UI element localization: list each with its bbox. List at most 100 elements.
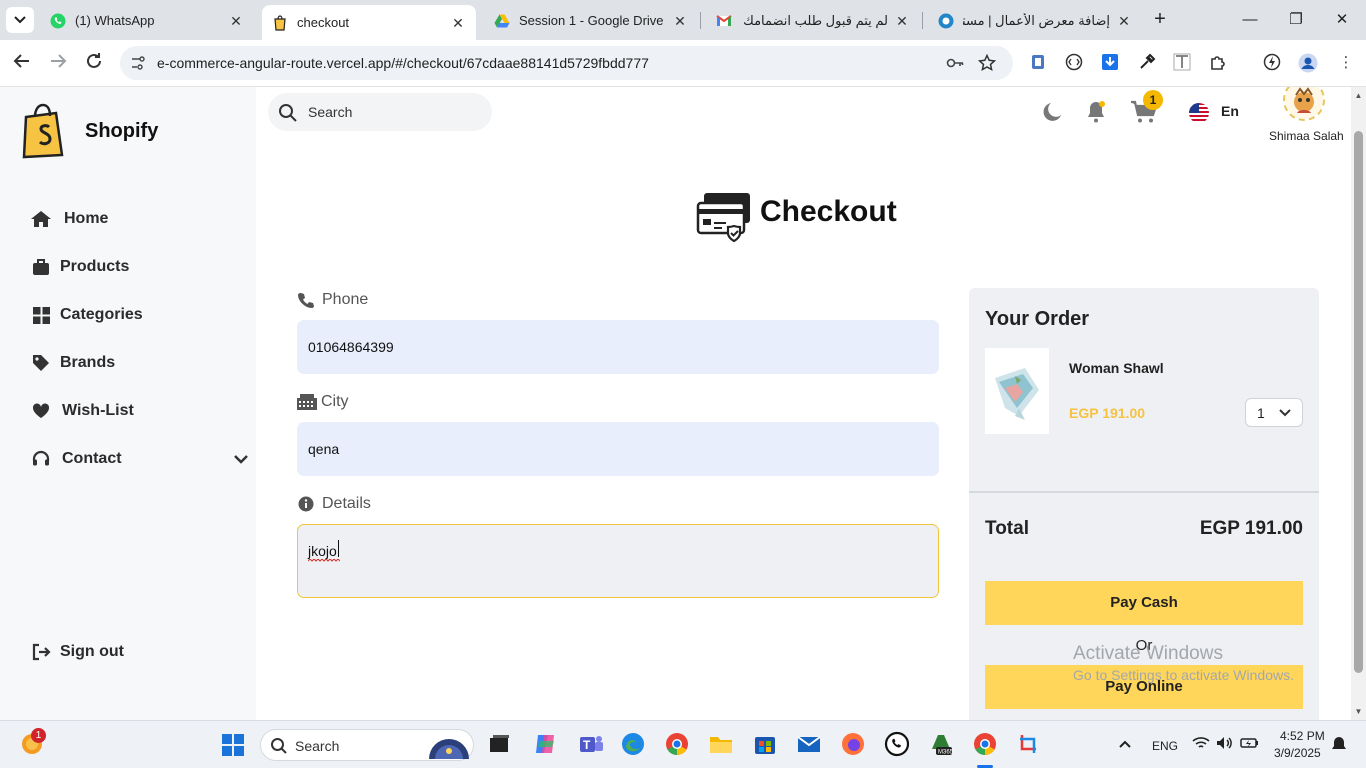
url-text[interactable]: e-commerce-angular-route.vercel.app/#/ch… <box>157 55 649 71</box>
volume-icon[interactable] <box>1216 736 1234 754</box>
close-icon[interactable]: ✕ <box>450 15 466 31</box>
phone-input[interactable] <box>297 320 939 374</box>
close-window-button[interactable]: ✕ <box>1330 8 1354 32</box>
scroll-down-arrow[interactable]: ▼ <box>1354 707 1363 716</box>
details-textarea[interactable]: jkojo <box>297 524 939 598</box>
grid-icon <box>30 305 52 325</box>
signout-button[interactable]: Sign out <box>30 640 124 664</box>
dark-mode-moon-icon[interactable] <box>1041 100 1065 124</box>
sidebar-item-products[interactable]: Products <box>30 255 129 279</box>
chrome-taskbar-icon[interactable] <box>664 731 690 757</box>
edge-icon[interactable] <box>620 731 646 757</box>
windows-start-icon[interactable] <box>222 734 244 756</box>
tab-google-drive[interactable]: Session 1 - Google Drive ✕ <box>484 5 698 36</box>
close-icon[interactable]: ✕ <box>1116 13 1132 29</box>
chevron-down-icon <box>1279 409 1291 417</box>
info-circle-icon <box>297 496 315 512</box>
signout-label: Sign out <box>60 643 124 660</box>
city-input[interactable] <box>297 422 939 476</box>
sidebar-item-brands[interactable]: Brands <box>30 351 115 375</box>
text-tool-icon[interactable] <box>1172 53 1192 73</box>
shopify-icon <box>272 14 288 31</box>
close-icon[interactable]: ✕ <box>228 13 244 29</box>
eyedropper-icon[interactable] <box>1137 53 1157 73</box>
battery-icon[interactable] <box>1240 736 1258 754</box>
snipping-tool-icon[interactable] <box>1016 731 1042 757</box>
tab-search-button[interactable] <box>6 7 34 33</box>
brand-logo[interactable]: Shopify <box>19 103 158 159</box>
tab-separator <box>922 12 923 29</box>
clock-time[interactable]: 4:52 PM <box>1280 729 1325 743</box>
language-toggle[interactable]: En <box>1221 103 1239 119</box>
phone-icon <box>297 292 315 308</box>
avatar[interactable] <box>1283 87 1325 121</box>
page-scrollbar[interactable]: ▲ ▼ <box>1351 87 1366 720</box>
sidebar-item-home[interactable]: Home <box>30 207 108 231</box>
profile-icon[interactable] <box>1298 53 1318 73</box>
user-name: Shimaa Salah <box>1269 129 1344 143</box>
sidebar-item-wishlist[interactable]: Wish-List <box>30 399 134 423</box>
us-flag-icon[interactable] <box>1188 102 1210 124</box>
quantity-select[interactable]: 1 <box>1245 398 1303 427</box>
extension-reader-icon[interactable] <box>1028 53 1048 73</box>
sidebar-item-categories[interactable]: Categories <box>30 303 143 327</box>
copilot-icon[interactable] <box>532 731 558 757</box>
file-explorer-icon[interactable] <box>708 731 734 757</box>
gmail-icon <box>716 13 732 29</box>
star-icon[interactable] <box>977 53 997 72</box>
heart-icon <box>30 401 52 421</box>
scroll-up-arrow[interactable]: ▲ <box>1354 91 1363 100</box>
cart-count-badge: 1 <box>1143 90 1163 110</box>
language-indicator[interactable]: ENG <box>1152 739 1178 753</box>
restore-button[interactable]: ❐ <box>1284 8 1308 32</box>
forward-button[interactable] <box>47 52 69 74</box>
reload-button[interactable] <box>83 52 105 74</box>
taskbar-search[interactable]: Search <box>260 729 474 761</box>
signout-icon <box>30 642 52 662</box>
tab-whatsapp[interactable]: (1) WhatsApp ✕ <box>40 5 254 36</box>
site-settings-icon[interactable] <box>130 55 146 71</box>
checkout-card-icon <box>696 193 750 243</box>
scroll-thumb[interactable] <box>1354 131 1363 673</box>
store-icon[interactable] <box>752 731 778 757</box>
puzzle-icon[interactable] <box>1208 53 1228 73</box>
search-bar[interactable] <box>268 93 492 131</box>
firefox-icon[interactable] <box>840 731 866 757</box>
key-icon[interactable] <box>946 54 964 72</box>
close-icon[interactable]: ✕ <box>672 13 688 29</box>
kebab-menu-icon[interactable]: ⋮ <box>1336 53 1356 73</box>
chrome-active-icon[interactable] <box>972 731 998 757</box>
tab-gmail[interactable]: لم يتم قبول طلب انضمامك - ✕ <box>706 5 920 36</box>
tab-mostaql[interactable]: إضافة معرض الأعمال | مستقل ✕ <box>928 5 1142 36</box>
whatsapp-taskbar-icon[interactable] <box>884 731 910 757</box>
chevron-down-icon[interactable] <box>232 451 250 467</box>
brand-name: Shopify <box>85 119 159 142</box>
tab-checkout[interactable]: checkout ✕ <box>262 5 476 40</box>
sidebar-item-label: Wish-List <box>62 402 134 419</box>
close-icon[interactable]: ✕ <box>894 13 910 29</box>
wifi-icon[interactable] <box>1192 736 1210 754</box>
back-button[interactable] <box>11 52 33 74</box>
product-image[interactable] <box>985 348 1049 434</box>
performance-icon[interactable] <box>1262 53 1282 73</box>
extension-circle-icon[interactable] <box>1064 53 1084 73</box>
quantity-value: 1 <box>1257 405 1265 421</box>
clock-date[interactable]: 3/9/2025 <box>1274 746 1321 760</box>
sidebar-item-label: Brands <box>60 354 116 371</box>
m365-icon[interactable]: M365 <box>928 731 954 757</box>
briefcase-icon <box>30 257 52 277</box>
notification-center-icon[interactable] <box>1330 736 1348 754</box>
teams-icon[interactable]: T <box>578 731 604 757</box>
search-input[interactable] <box>308 101 478 123</box>
taskview-icon[interactable] <box>486 731 512 757</box>
address-bar[interactable]: e-commerce-angular-route.vercel.app/#/ch… <box>120 46 1013 80</box>
mail-icon[interactable] <box>796 731 822 757</box>
new-tab-button[interactable]: + <box>1150 9 1170 30</box>
download-icon[interactable] <box>1100 53 1120 73</box>
minimize-button[interactable]: — <box>1238 8 1262 32</box>
bell-icon[interactable] <box>1084 100 1108 124</box>
product-price: EGP 191.00 <box>1069 405 1146 421</box>
sidebar-item-contact[interactable]: Contact <box>30 447 122 471</box>
chevron-up-icon[interactable] <box>1116 736 1134 754</box>
pay-cash-button[interactable]: Pay Cash <box>985 581 1303 625</box>
